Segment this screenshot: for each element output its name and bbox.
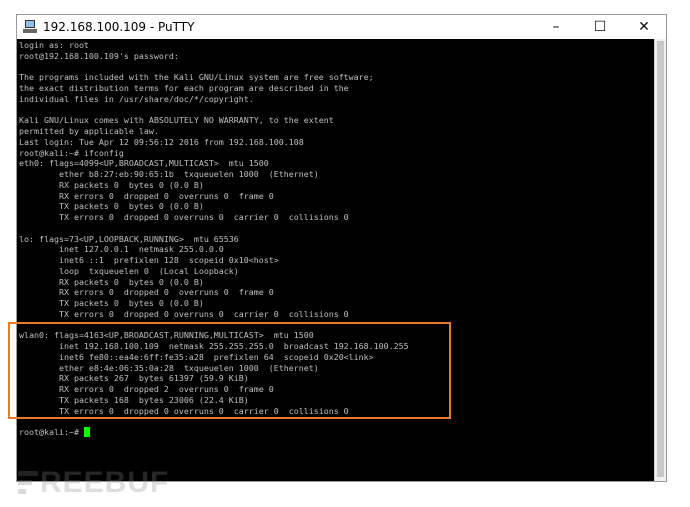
terminal-line: TX errors 0 dropped 0 overruns 0 carrier… — [19, 212, 349, 222]
terminal-line: root@kali:~# ifconfig — [19, 147, 124, 158]
terminal-line: loop txqueuelen 0 (Local Loopback) — [19, 265, 239, 276]
terminal-line: inet6 ::1 prefixlen 128 scopeid 0x10<hos… — [19, 255, 279, 265]
terminal-line: The programs included with the Kali GNU/… — [19, 72, 374, 83]
terminal-line: RX packets 267 bytes 61397 (59.9 KiB) — [19, 373, 249, 384]
terminal-line: TX errors 0 dropped 0 overruns 0 carrier… — [19, 308, 349, 319]
terminal-line: inet 127.0.0.1 netmask 255.0.0.0 — [19, 244, 224, 255]
putty-window: 192.168.100.109 - PuTTY – ☐ ✕ login as: … — [16, 14, 667, 482]
terminal-line: the exact distribution terms for each pr… — [19, 83, 349, 93]
watermark-text: REEBUF — [40, 466, 170, 499]
terminal-line: permitted by applicable law. — [19, 126, 159, 136]
terminal-line: TX packets 0 bytes 0 (0.0 B) — [19, 298, 204, 308]
terminal-line: Last login: Tue Apr 12 09:56:12 2016 fro… — [19, 136, 304, 147]
terminal-line: RX errors 0 dropped 2 overruns 0 frame 0 — [19, 384, 274, 394]
terminal-line: wlan0: flags=4163<UP,BROADCAST,RUNNING,M… — [19, 330, 314, 341]
terminal-line: lo: flags=73<UP,LOOPBACK,RUNNING> mtu 65… — [19, 233, 239, 244]
terminal-line: inet6 fe80::ea4e:6ff:fe35:a28 prefixlen … — [19, 351, 374, 362]
terminal-output: login as: root root@192.168.100.109's pas… — [19, 40, 409, 438]
title-bar[interactable]: 192.168.100.109 - PuTTY – ☐ ✕ — [17, 15, 666, 39]
terminal-line: root@192.168.100.109's password: — [19, 50, 179, 61]
maximize-button[interactable]: ☐ — [578, 15, 622, 39]
scrollbar-thumb[interactable] — [657, 41, 664, 477]
minimize-button[interactable]: – — [534, 15, 578, 39]
terminal-line: ether e8:4e:06:35:0a:28 txqueuelen 1000 … — [19, 362, 319, 373]
terminal-line: root@kali:~# — [19, 427, 409, 438]
terminal-line: Kali GNU/Linux comes with ABSOLUTELY NO … — [19, 115, 334, 126]
close-button[interactable]: ✕ — [622, 15, 666, 39]
terminal-line: TX errors 0 dropped 0 overruns 0 carrier… — [19, 405, 349, 416]
freebuf-logo-icon — [18, 469, 38, 497]
terminal-line: TX packets 168 bytes 23006 (22.4 KiB) — [19, 394, 249, 405]
vertical-scrollbar[interactable] — [654, 39, 666, 481]
terminal-line: RX errors 0 dropped 0 overruns 0 frame 0 — [19, 190, 274, 201]
terminal-line: TX packets 0 bytes 0 (0.0 B) — [19, 201, 204, 212]
terminal-line: individual files in /usr/share/doc/*/cop… — [19, 93, 254, 104]
window-title: 192.168.100.109 - PuTTY — [43, 20, 195, 34]
terminal-line: eth0: flags=4099<UP,BROADCAST,MULTICAST>… — [19, 158, 269, 169]
terminal-line: inet 192.168.100.109 netmask 255.255.255… — [19, 341, 409, 351]
freebuf-watermark: REEBUF — [18, 466, 169, 500]
putty-icon[interactable] — [23, 20, 37, 34]
terminal-line: login as: root — [19, 40, 89, 50]
terminal-screen[interactable]: login as: root root@192.168.100.109's pas… — [17, 39, 654, 481]
terminal-line: RX packets 0 bytes 0 (0.0 B) — [19, 276, 204, 287]
terminal-line: RX packets 0 bytes 0 (0.0 B) — [19, 179, 204, 190]
terminal-cursor — [83, 427, 90, 437]
terminal-line: ether b8:27:eb:90:65:1b txqueuelen 1000 … — [19, 169, 319, 179]
terminal-line: RX errors 0 dropped 0 overruns 0 frame 0 — [19, 287, 274, 298]
